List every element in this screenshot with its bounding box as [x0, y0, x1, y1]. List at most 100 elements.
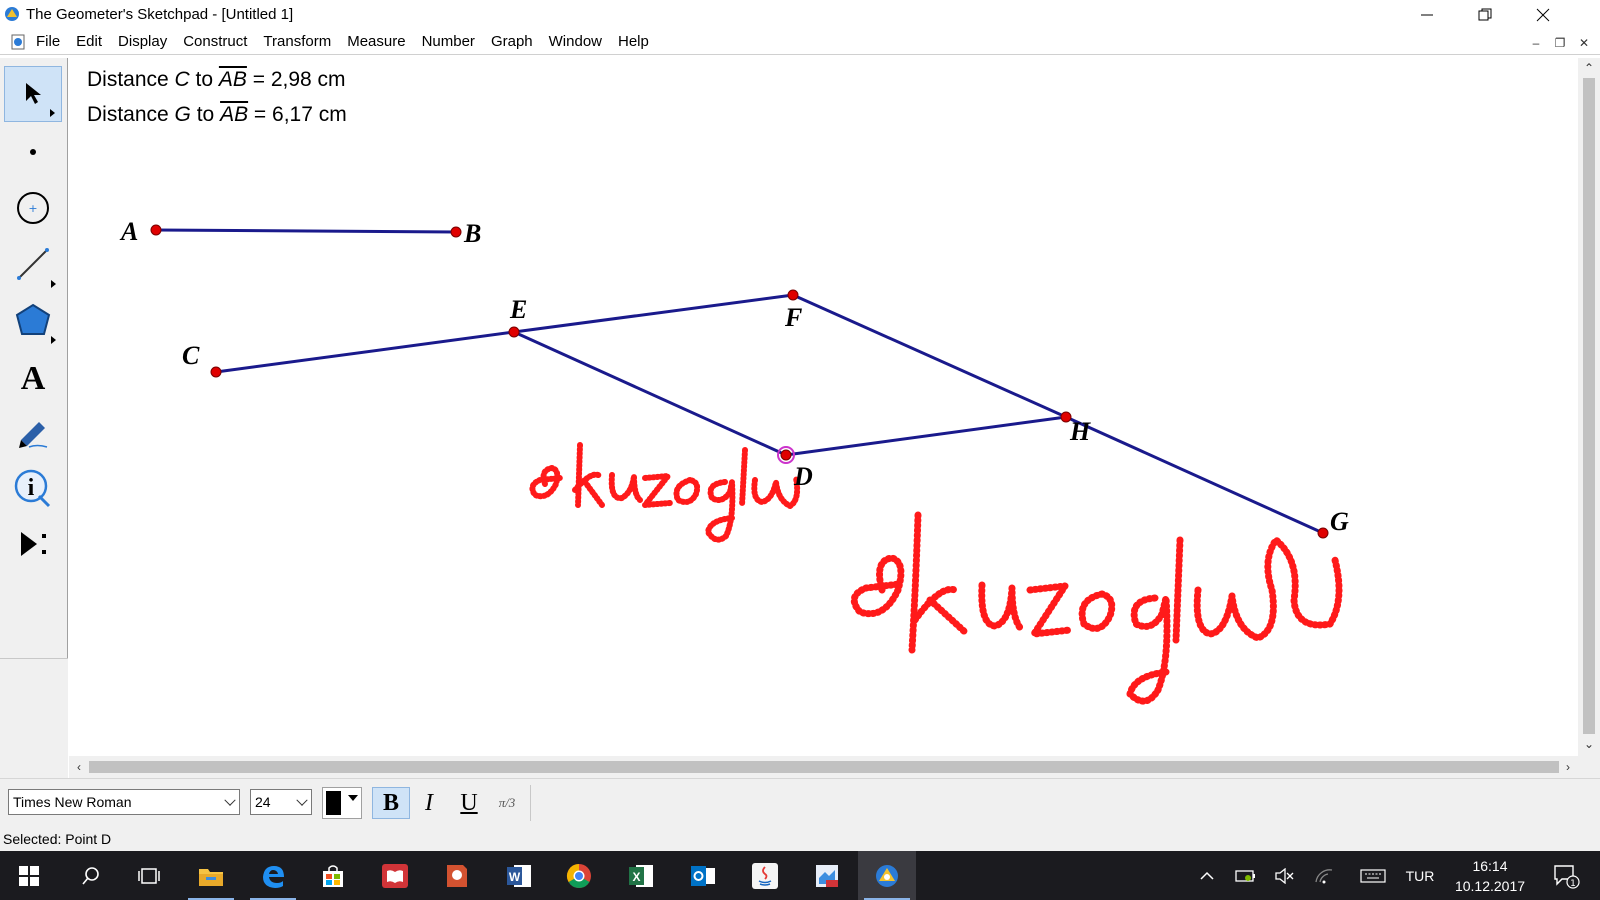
label-d[interactable]: D	[793, 462, 813, 491]
segment-dh[interactable]	[785, 415, 1067, 457]
taskbar-java[interactable]	[736, 851, 794, 900]
point-d[interactable]	[780, 449, 792, 461]
menu-window[interactable]: Window	[541, 30, 610, 55]
scroll-corner	[1578, 756, 1600, 778]
label-f[interactable]: F	[784, 303, 802, 332]
tool-marker[interactable]	[4, 404, 62, 460]
close-button[interactable]	[1514, 0, 1572, 30]
bold-button[interactable]: B	[372, 787, 410, 819]
taskbar-geometers-sketchpad[interactable]	[858, 851, 916, 900]
excel-icon: X	[629, 864, 653, 887]
label-e[interactable]: E	[509, 295, 527, 324]
italic-button[interactable]: I	[410, 787, 448, 819]
tool-text[interactable]: A	[4, 348, 62, 404]
tool-custom[interactable]	[4, 516, 62, 572]
taskbar-excel[interactable]: X	[612, 851, 670, 900]
taskbar-word[interactable]: W	[490, 851, 548, 900]
tray-show-hidden[interactable]	[1196, 851, 1218, 900]
menu-help[interactable]: Help	[610, 30, 657, 55]
taskbar-clock[interactable]: 16:14 10.12.2017	[1440, 856, 1540, 896]
tool-selection-arrow[interactable]	[4, 66, 62, 122]
reader-book-icon	[382, 863, 408, 888]
segment-fh[interactable]	[792, 293, 1067, 419]
point-c[interactable]	[210, 366, 222, 378]
search-button[interactable]	[62, 851, 120, 900]
tool-compass[interactable]: +	[4, 180, 62, 236]
scroll-right-icon[interactable]: ›	[1558, 757, 1578, 777]
menu-construct[interactable]: Construct	[175, 30, 255, 55]
restore-button[interactable]	[1456, 0, 1514, 30]
horizontal-scrollbar[interactable]: ‹ ›	[69, 756, 1578, 778]
taskbar-reader[interactable]	[366, 851, 424, 900]
segment-ce[interactable]	[215, 330, 515, 374]
status-bar: Selected: Point D	[0, 826, 1600, 851]
menu-graph[interactable]: Graph	[483, 30, 541, 55]
menu-number[interactable]: Number	[414, 30, 483, 55]
font-size-select[interactable]: 24	[250, 789, 312, 815]
taskbar-pdf[interactable]	[798, 851, 856, 900]
text-tool-icon: A	[21, 360, 46, 394]
taskbar-presentation-app[interactable]	[428, 851, 486, 900]
doc-close-button[interactable]: ✕	[1575, 34, 1593, 51]
point-a[interactable]	[150, 224, 162, 236]
point-g[interactable]	[1317, 527, 1329, 539]
handwriting-ink-small[interactable]	[529, 442, 801, 543]
label-h[interactable]: H	[1069, 417, 1091, 446]
action-center-button[interactable]: 1	[1546, 851, 1586, 900]
horizontal-scroll-thumb[interactable]	[89, 761, 1559, 773]
label-c[interactable]: C	[182, 341, 200, 370]
menu-measure[interactable]: Measure	[339, 30, 413, 55]
menu-display[interactable]: Display	[110, 30, 175, 55]
scroll-up-icon[interactable]: ⌃	[1579, 58, 1599, 78]
point-f[interactable]	[787, 289, 799, 301]
document-icon[interactable]	[10, 34, 26, 50]
segment-hg[interactable]	[1065, 415, 1324, 535]
point-b[interactable]	[450, 226, 462, 238]
tray-language[interactable]: TUR	[1400, 851, 1440, 900]
label-g[interactable]: G	[1330, 507, 1349, 536]
menu-transform[interactable]: Transform	[255, 30, 339, 55]
point-icon	[30, 149, 36, 155]
vertical-scroll-thumb[interactable]	[1583, 78, 1595, 734]
segment-ab[interactable]	[155, 228, 457, 234]
presentation-icon	[447, 864, 467, 887]
minimize-button[interactable]	[1398, 0, 1456, 30]
label-b[interactable]: B	[463, 219, 481, 248]
tray-keyboard[interactable]	[1356, 851, 1390, 900]
dropdown-arrow-icon	[348, 795, 358, 801]
tray-battery[interactable]	[1232, 851, 1260, 900]
menu-bar: File Edit Display Construct Transform Me…	[0, 30, 1600, 55]
tool-point[interactable]	[4, 124, 62, 180]
underline-button[interactable]: U	[450, 787, 488, 819]
tool-straightedge[interactable]	[4, 236, 62, 292]
doc-minimize-button[interactable]: –	[1527, 34, 1545, 51]
taskbar-store[interactable]	[304, 851, 362, 900]
sketchpad-app-icon	[876, 864, 898, 887]
point-e[interactable]	[508, 326, 520, 338]
tool-information[interactable]: i	[4, 460, 62, 516]
taskbar-edge[interactable]	[244, 851, 302, 900]
segment-ed[interactable]	[513, 330, 787, 457]
sketch-canvas[interactable]: Distance C to AB = 2,98 cm Distance G to…	[69, 58, 1578, 756]
taskbar-outlook[interactable]	[674, 851, 732, 900]
start-button[interactable]	[0, 851, 58, 900]
custom-tools-icon	[21, 532, 46, 556]
doc-restore-button[interactable]: ❐	[1551, 34, 1569, 51]
tray-volume[interactable]	[1270, 851, 1298, 900]
math-format-button[interactable]: π/3	[488, 787, 526, 819]
label-a[interactable]: A	[119, 217, 138, 246]
vertical-scrollbar[interactable]: ⌃ ⌄	[1578, 58, 1600, 756]
handwriting-ink-large[interactable]	[850, 511, 1343, 705]
tray-network[interactable]	[1310, 851, 1338, 900]
scroll-left-icon[interactable]: ‹	[69, 757, 89, 777]
text-color-button[interactable]	[322, 787, 362, 819]
task-view-button[interactable]	[120, 851, 178, 900]
scroll-down-icon[interactable]: ⌄	[1579, 734, 1599, 754]
menu-file[interactable]: File	[28, 30, 68, 55]
font-family-select[interactable]: Times New Roman	[8, 789, 240, 815]
taskbar-file-explorer[interactable]	[182, 851, 240, 900]
menu-edit[interactable]: Edit	[68, 30, 110, 55]
tool-polygon[interactable]	[4, 292, 62, 348]
segment-ef[interactable]	[513, 293, 794, 334]
taskbar-chrome[interactable]	[550, 851, 608, 900]
